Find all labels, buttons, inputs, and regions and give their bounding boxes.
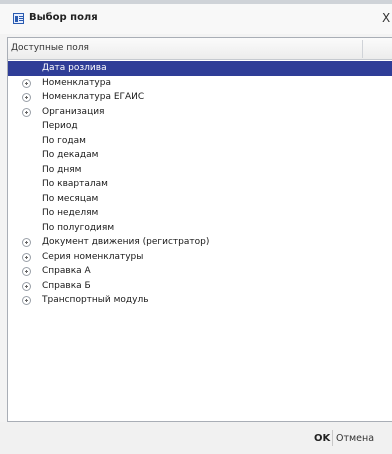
field-label: Номенклатура [42, 77, 111, 88]
field-tree-row[interactable]: По кварталам [8, 177, 392, 192]
field-label: Справка Б [42, 280, 91, 291]
form-icon [13, 13, 24, 24]
field-label: Серия номенклатуры [42, 251, 144, 262]
field-tree-row[interactable]: Дата розлива [8, 61, 392, 76]
expand-plus-icon[interactable] [22, 252, 31, 262]
dialog-title: Выбор поля [29, 12, 98, 23]
field-tree-row[interactable]: По дням [8, 163, 392, 178]
button-separator [332, 430, 333, 446]
field-tree-row[interactable]: Документ движения (регистратор) [8, 235, 392, 250]
field-tree-row[interactable]: Организация [8, 105, 392, 120]
expand-plus-icon[interactable] [22, 93, 31, 102]
field-tree-row[interactable]: По годам [8, 134, 392, 149]
field-label: По месяцам [42, 193, 99, 204]
field-selection-dialog: Выбор поля X Доступные поля Дата розлива… [0, 0, 392, 454]
cancel-button[interactable]: Отмена [336, 433, 392, 444]
expand-plus-icon[interactable] [22, 296, 31, 305]
field-tree-row[interactable]: Транспортный модуль [8, 293, 392, 308]
expand-plus-icon[interactable] [22, 107, 31, 117]
expand-plus-icon[interactable] [22, 281, 31, 291]
expand-plus-icon[interactable] [22, 267, 31, 276]
field-tree-row[interactable]: Серия номенклатуры [8, 250, 392, 265]
column-separator [362, 40, 363, 58]
field-tree-row[interactable]: По полугодиям [8, 221, 392, 236]
available-fields-header: Доступные поля [8, 38, 392, 60]
field-label: По годам [42, 135, 86, 146]
field-label: По кварталам [42, 179, 108, 189]
field-label: Справка А [42, 266, 91, 276]
field-tree-row[interactable]: Справка Б [8, 279, 392, 294]
available-fields-panel: Доступные поля Дата розлива Номенклатура Н… [7, 37, 392, 422]
ok-button[interactable]: OK [314, 433, 330, 444]
field-tree-row[interactable]: Номенклатура ЕГАИС [8, 90, 392, 105]
field-label: Период [42, 121, 78, 131]
column-header-label: Доступные поля [11, 43, 89, 53]
field-label: По полугодиям [42, 222, 115, 233]
field-tree-row[interactable]: Справка А [8, 264, 392, 279]
field-tree: Дата розлива Номенклатура Номенклатура ЕГА… [8, 61, 392, 308]
field-label: По декадам [42, 150, 99, 160]
field-label: Организация [42, 106, 105, 117]
expand-plus-icon[interactable] [22, 238, 31, 247]
close-button[interactable]: X [382, 10, 392, 26]
field-label: Транспортный модуль [42, 295, 149, 305]
field-tree-row[interactable]: По месяцам [8, 192, 392, 207]
field-tree-row[interactable]: По декадам [8, 148, 392, 163]
dialog-footer: OK Отмена [0, 422, 392, 454]
field-label: Номенклатура ЕГАИС [42, 92, 145, 102]
title-bar: Выбор поля X [0, 0, 392, 34]
field-label: Документ движения (регистратор) [42, 237, 210, 247]
field-tree-row[interactable]: Период [8, 119, 392, 134]
field-label: По дням [42, 164, 82, 175]
field-tree-row[interactable]: Номенклатура [8, 76, 392, 91]
field-tree-row[interactable]: По неделям [8, 206, 392, 221]
field-label: По неделям [42, 208, 99, 218]
expand-plus-icon[interactable] [22, 78, 31, 88]
field-label: Дата розлива [42, 63, 107, 73]
